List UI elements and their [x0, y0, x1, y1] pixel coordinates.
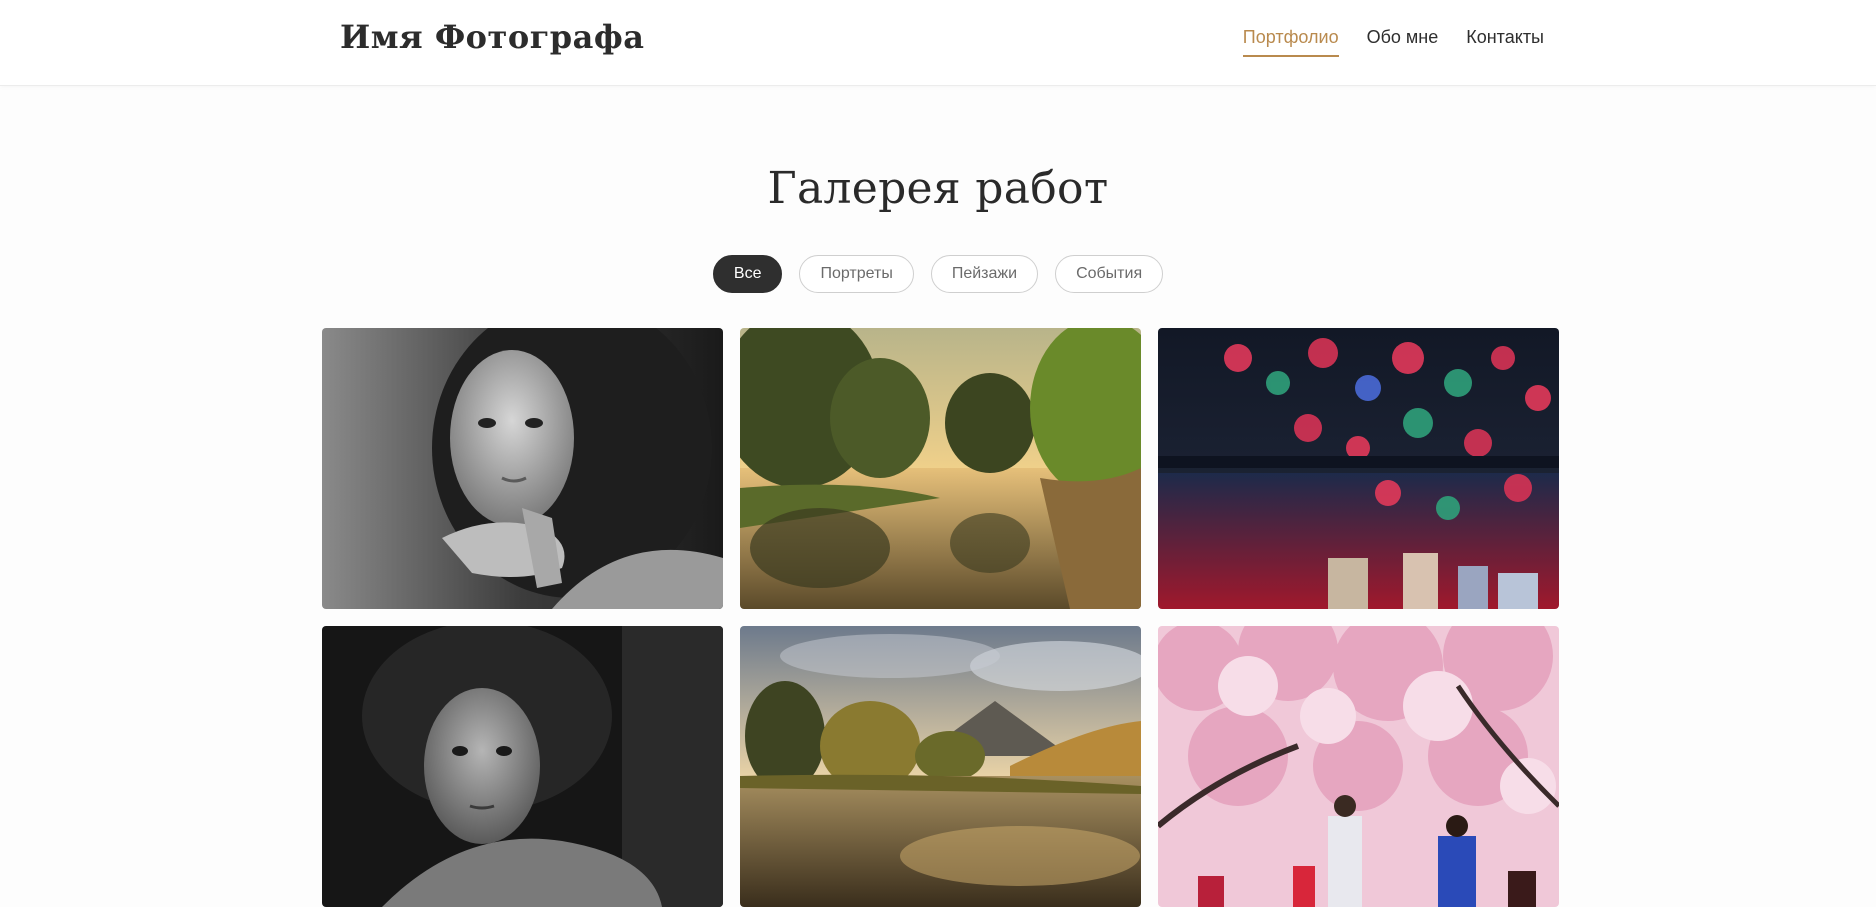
photo-image: [322, 328, 723, 609]
gallery-photo-portrait-man[interactable]: [322, 626, 723, 907]
nav-link-contacts[interactable]: Контакты: [1466, 27, 1544, 57]
photo-image: [1158, 328, 1559, 609]
nav-link-portfolio[interactable]: Портфолио: [1242, 27, 1339, 57]
gallery-photo-mountain-lake[interactable]: [740, 626, 1141, 907]
filter-button-all[interactable]: Все: [712, 255, 783, 293]
page-title: Галерея работ: [767, 163, 1109, 214]
photo-image: [1158, 626, 1559, 907]
gallery-photo-river-sunset[interactable]: [740, 328, 1141, 609]
photo-image: [322, 626, 723, 907]
filter-button-events[interactable]: События: [1055, 255, 1164, 293]
photo-image: [740, 626, 1141, 907]
filter-bar: Все Портреты Пейзажи События: [0, 255, 1876, 293]
gallery-photo-portrait-woman[interactable]: [322, 328, 723, 609]
nav-link-about[interactable]: Обо мне: [1367, 27, 1439, 57]
photo-grid: [322, 328, 1560, 907]
gallery-photo-cherry-blossoms[interactable]: [1158, 626, 1559, 907]
filter-button-portraits[interactable]: Портреты: [799, 255, 914, 293]
site-logo[interactable]: Имя Фотографа: [340, 18, 645, 56]
main-nav: Портфолио Обо мне Контакты: [1242, 27, 1544, 57]
filter-button-landscapes[interactable]: Пейзажи: [930, 255, 1039, 293]
photo-image: [740, 328, 1141, 609]
site-header: Имя Фотографа Портфолио Обо мне Контакты: [0, 0, 1876, 86]
gallery-photo-fireworks[interactable]: [1158, 328, 1559, 609]
